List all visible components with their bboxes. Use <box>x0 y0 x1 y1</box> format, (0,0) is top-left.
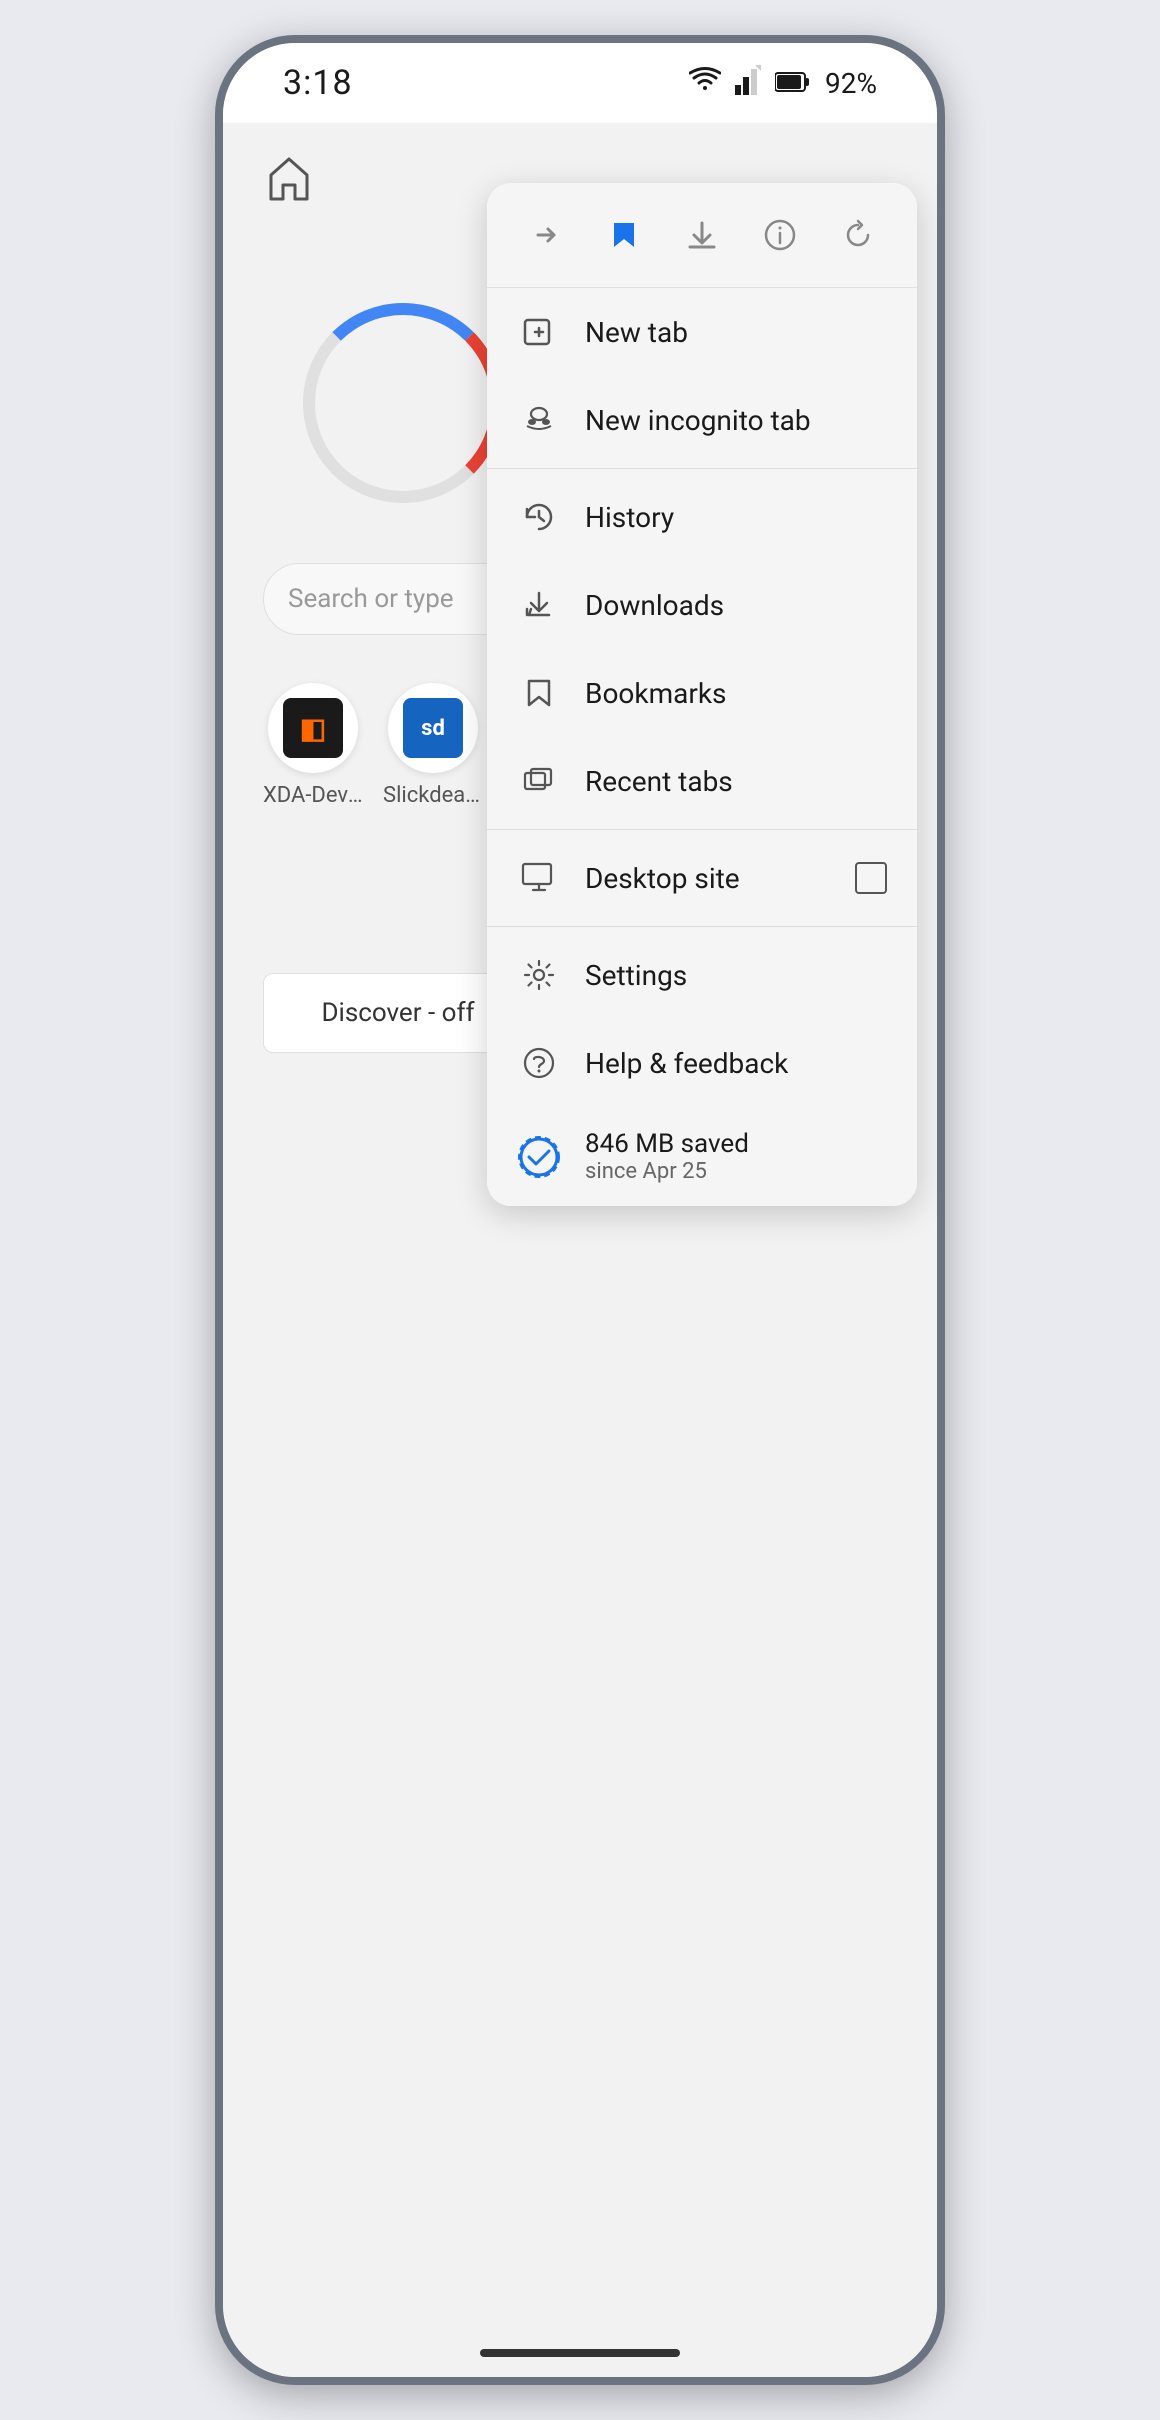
status-bar: 3:18 <box>223 43 937 123</box>
download-button[interactable] <box>676 209 728 261</box>
new-tab-label: New tab <box>585 316 887 349</box>
recent-tabs-icon <box>517 759 561 803</box>
savings-icon <box>517 1135 561 1179</box>
shortcut-xda[interactable]: ◧ XDA-Develo... <box>263 683 363 808</box>
info-button[interactable] <box>754 209 806 261</box>
menu-item-bookmarks[interactable]: Bookmarks <box>487 649 917 737</box>
new-tab-icon <box>517 310 561 354</box>
menu-item-downloads[interactable]: Downloads <box>487 561 917 649</box>
forward-button[interactable] <box>520 209 572 261</box>
bookmark-button[interactable] <box>598 209 650 261</box>
desktop-site-checkbox[interactable] <box>855 862 887 894</box>
menu-item-new-tab[interactable]: New tab <box>487 288 917 376</box>
menu-item-history[interactable]: History <box>487 473 917 561</box>
google-logo <box>303 303 503 503</box>
status-icons: 92% <box>689 65 877 102</box>
help-label: Help & feedback <box>585 1047 887 1080</box>
xda-icon: ◧ <box>283 698 343 758</box>
desktop-icon <box>517 856 561 900</box>
battery-percent: 92% <box>825 67 877 100</box>
browser-background: Search or type ◧ XDA-Develo... sd Slickd… <box>223 123 937 2377</box>
menu-item-recent-tabs[interactable]: Recent tabs <box>487 737 917 825</box>
incognito-label: New incognito tab <box>585 404 887 437</box>
bookmarks-icon <box>517 671 561 715</box>
divider-2 <box>487 829 917 830</box>
bookmarks-label: Bookmarks <box>585 677 887 710</box>
menu-item-desktop-site[interactable]: Desktop site <box>487 834 917 922</box>
incognito-icon <box>517 398 561 442</box>
signal-icon <box>735 65 761 102</box>
battery-icon <box>775 67 811 100</box>
search-bar[interactable]: Search or type <box>263 563 523 635</box>
sd-icon: sd <box>403 698 463 758</box>
divider-1 <box>487 468 917 469</box>
settings-icon <box>517 953 561 997</box>
menu-item-incognito[interactable]: New incognito tab <box>487 376 917 464</box>
help-icon <box>517 1041 561 1085</box>
savings-text: 846 MB saved since Apr 25 <box>585 1129 749 1184</box>
savings-main: 846 MB saved <box>585 1129 749 1159</box>
downloads-icon <box>517 583 561 627</box>
savings-row: 846 MB saved since Apr 25 <box>487 1107 917 1206</box>
home-icon[interactable] <box>263 153 315 209</box>
dropdown-menu: New tab New incognito tab <box>487 183 917 1206</box>
search-bar-placeholder: Search or type <box>288 584 454 614</box>
shortcut-sd-label: Slickdeals: ... <box>383 783 483 808</box>
shortcut-xda-label: XDA-Develo... <box>263 783 363 808</box>
savings-sub: since Apr 25 <box>585 1159 749 1184</box>
menu-item-settings[interactable]: Settings <box>487 931 917 1019</box>
menu-item-help[interactable]: Help & feedback <box>487 1019 917 1107</box>
shortcut-slickdeals[interactable]: sd Slickdeals: ... <box>383 683 483 808</box>
status-time: 3:18 <box>283 63 353 103</box>
desktop-site-label: Desktop site <box>585 862 831 895</box>
shortcuts-row: ◧ XDA-Develo... sd Slickdeals: ... <box>263 683 483 808</box>
recent-tabs-label: Recent tabs <box>585 765 887 798</box>
downloads-label: Downloads <box>585 589 887 622</box>
settings-label: Settings <box>585 959 887 992</box>
menu-toolbar <box>487 183 917 288</box>
wifi-icon <box>689 66 721 101</box>
refresh-button[interactable] <box>832 209 884 261</box>
home-indicator <box>480 2349 680 2357</box>
history-icon <box>517 495 561 539</box>
divider-3 <box>487 926 917 927</box>
discover-off-label: Discover - off <box>321 998 474 1028</box>
history-label: History <box>585 501 887 534</box>
